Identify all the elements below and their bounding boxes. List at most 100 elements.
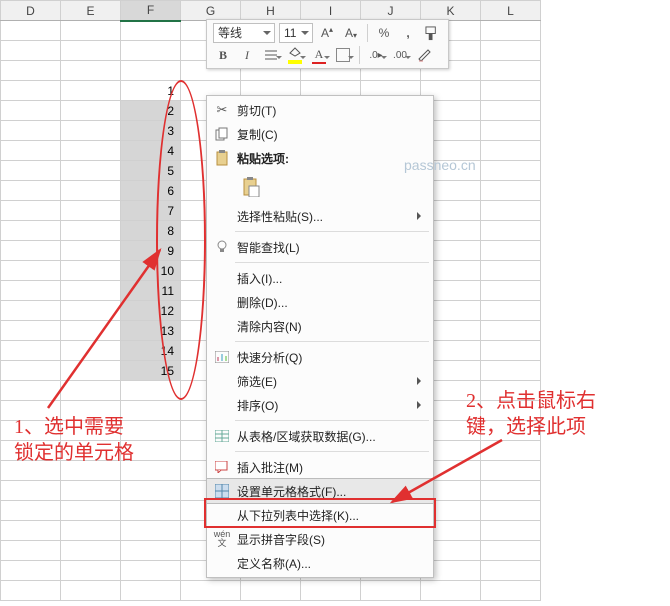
clear-format-icon[interactable] bbox=[414, 45, 434, 65]
cell[interactable] bbox=[1, 201, 61, 221]
cell[interactable] bbox=[1, 421, 61, 441]
column-header[interactable]: G bbox=[181, 1, 241, 21]
cell[interactable] bbox=[121, 521, 181, 541]
cell[interactable] bbox=[61, 401, 121, 421]
cell[interactable] bbox=[361, 581, 421, 601]
cell[interactable] bbox=[121, 541, 181, 561]
column-header[interactable]: I bbox=[301, 1, 361, 21]
cell[interactable] bbox=[1, 101, 61, 121]
cell[interactable] bbox=[301, 581, 361, 601]
menu-show-pinyin[interactable]: wén文 显示拼音字段(S) bbox=[207, 527, 433, 551]
cell[interactable] bbox=[121, 421, 181, 441]
cell[interactable] bbox=[1, 41, 61, 61]
cell[interactable] bbox=[61, 281, 121, 301]
cell[interactable] bbox=[61, 141, 121, 161]
cell[interactable] bbox=[1, 441, 61, 461]
format-painter-icon[interactable] bbox=[422, 23, 442, 43]
cell[interactable] bbox=[481, 141, 541, 161]
cell[interactable] bbox=[1, 281, 61, 301]
decimal-increase-icon[interactable]: .0▸ bbox=[366, 45, 386, 65]
cell[interactable] bbox=[481, 121, 541, 141]
cell[interactable] bbox=[121, 441, 181, 461]
font-size-select[interactable]: 11 bbox=[279, 23, 313, 43]
cell[interactable] bbox=[61, 221, 121, 241]
cell[interactable] bbox=[481, 281, 541, 301]
cell[interactable] bbox=[61, 121, 121, 141]
cell[interactable] bbox=[1, 301, 61, 321]
decimal-decrease-icon[interactable]: .00 bbox=[390, 45, 410, 65]
column-header[interactable]: E bbox=[61, 1, 121, 21]
cell[interactable] bbox=[61, 61, 121, 81]
cell[interactable] bbox=[61, 381, 121, 401]
column-header[interactable]: J bbox=[361, 1, 421, 21]
cell[interactable] bbox=[61, 201, 121, 221]
cell[interactable] bbox=[61, 561, 121, 581]
cell[interactable] bbox=[1, 401, 61, 421]
cell[interactable] bbox=[1, 21, 61, 41]
cell[interactable]: 9 bbox=[121, 241, 181, 261]
cell[interactable] bbox=[121, 61, 181, 81]
cell[interactable] bbox=[61, 261, 121, 281]
cell[interactable] bbox=[1, 221, 61, 241]
cell[interactable] bbox=[1, 541, 61, 561]
menu-get-from-table[interactable]: 从表格/区域获取数据(G)... bbox=[207, 424, 433, 448]
cell[interactable] bbox=[1, 141, 61, 161]
cell[interactable] bbox=[481, 201, 541, 221]
menu-insert-comment[interactable]: 插入批注(M) bbox=[207, 455, 433, 479]
cell[interactable] bbox=[1, 481, 61, 501]
cell[interactable]: 12 bbox=[121, 301, 181, 321]
cell[interactable] bbox=[61, 481, 121, 501]
cell[interactable]: 2 bbox=[121, 101, 181, 121]
cell[interactable]: 3 bbox=[121, 121, 181, 141]
cell[interactable] bbox=[61, 41, 121, 61]
cell[interactable] bbox=[481, 561, 541, 581]
cell[interactable] bbox=[481, 221, 541, 241]
font-color-icon[interactable]: A bbox=[309, 45, 329, 65]
cell[interactable] bbox=[61, 81, 121, 101]
cell[interactable] bbox=[61, 421, 121, 441]
cell[interactable] bbox=[61, 301, 121, 321]
cell[interactable] bbox=[421, 581, 481, 601]
cell[interactable] bbox=[1, 381, 61, 401]
cell[interactable] bbox=[481, 461, 541, 481]
cell[interactable] bbox=[481, 261, 541, 281]
menu-insert[interactable]: 插入(I)... bbox=[207, 266, 433, 290]
cell[interactable] bbox=[121, 381, 181, 401]
cell[interactable] bbox=[121, 581, 181, 601]
font-name-select[interactable]: 等线 bbox=[213, 23, 275, 43]
menu-delete[interactable]: 删除(D)... bbox=[207, 290, 433, 314]
menu-cut[interactable]: ✂ 剪切(T) bbox=[207, 98, 433, 122]
column-header[interactable]: F bbox=[121, 1, 181, 21]
cell[interactable] bbox=[481, 521, 541, 541]
cell[interactable] bbox=[1, 61, 61, 81]
cell[interactable] bbox=[1, 521, 61, 541]
cell[interactable]: 4 bbox=[121, 141, 181, 161]
cell[interactable]: 10 bbox=[121, 261, 181, 281]
cell[interactable] bbox=[1, 241, 61, 261]
cell[interactable] bbox=[61, 21, 121, 41]
cell[interactable] bbox=[1, 181, 61, 201]
cell[interactable] bbox=[1, 461, 61, 481]
menu-quick-analysis[interactable]: 快速分析(Q) bbox=[207, 345, 433, 369]
menu-paste-special[interactable]: 选择性粘贴(S)... bbox=[207, 204, 433, 228]
cell[interactable] bbox=[61, 541, 121, 561]
cell[interactable] bbox=[481, 541, 541, 561]
column-header[interactable]: K bbox=[421, 1, 481, 21]
cell[interactable] bbox=[61, 241, 121, 261]
column-header[interactable]: L bbox=[481, 1, 541, 21]
cell[interactable] bbox=[1, 81, 61, 101]
percent-icon[interactable]: % bbox=[374, 23, 394, 43]
cell[interactable]: 15 bbox=[121, 361, 181, 381]
cell[interactable] bbox=[1, 161, 61, 181]
cell[interactable] bbox=[61, 441, 121, 461]
cell[interactable]: 7 bbox=[121, 201, 181, 221]
cell[interactable] bbox=[121, 481, 181, 501]
menu-filter[interactable]: 筛选(E) bbox=[207, 369, 433, 393]
cell[interactable]: 11 bbox=[121, 281, 181, 301]
cell[interactable] bbox=[61, 101, 121, 121]
menu-smart-lookup[interactable]: 智能查找(L) bbox=[207, 235, 433, 259]
cell[interactable] bbox=[481, 21, 541, 41]
border-icon[interactable] bbox=[333, 45, 353, 65]
cell[interactable] bbox=[481, 301, 541, 321]
align-icon[interactable] bbox=[261, 45, 281, 65]
